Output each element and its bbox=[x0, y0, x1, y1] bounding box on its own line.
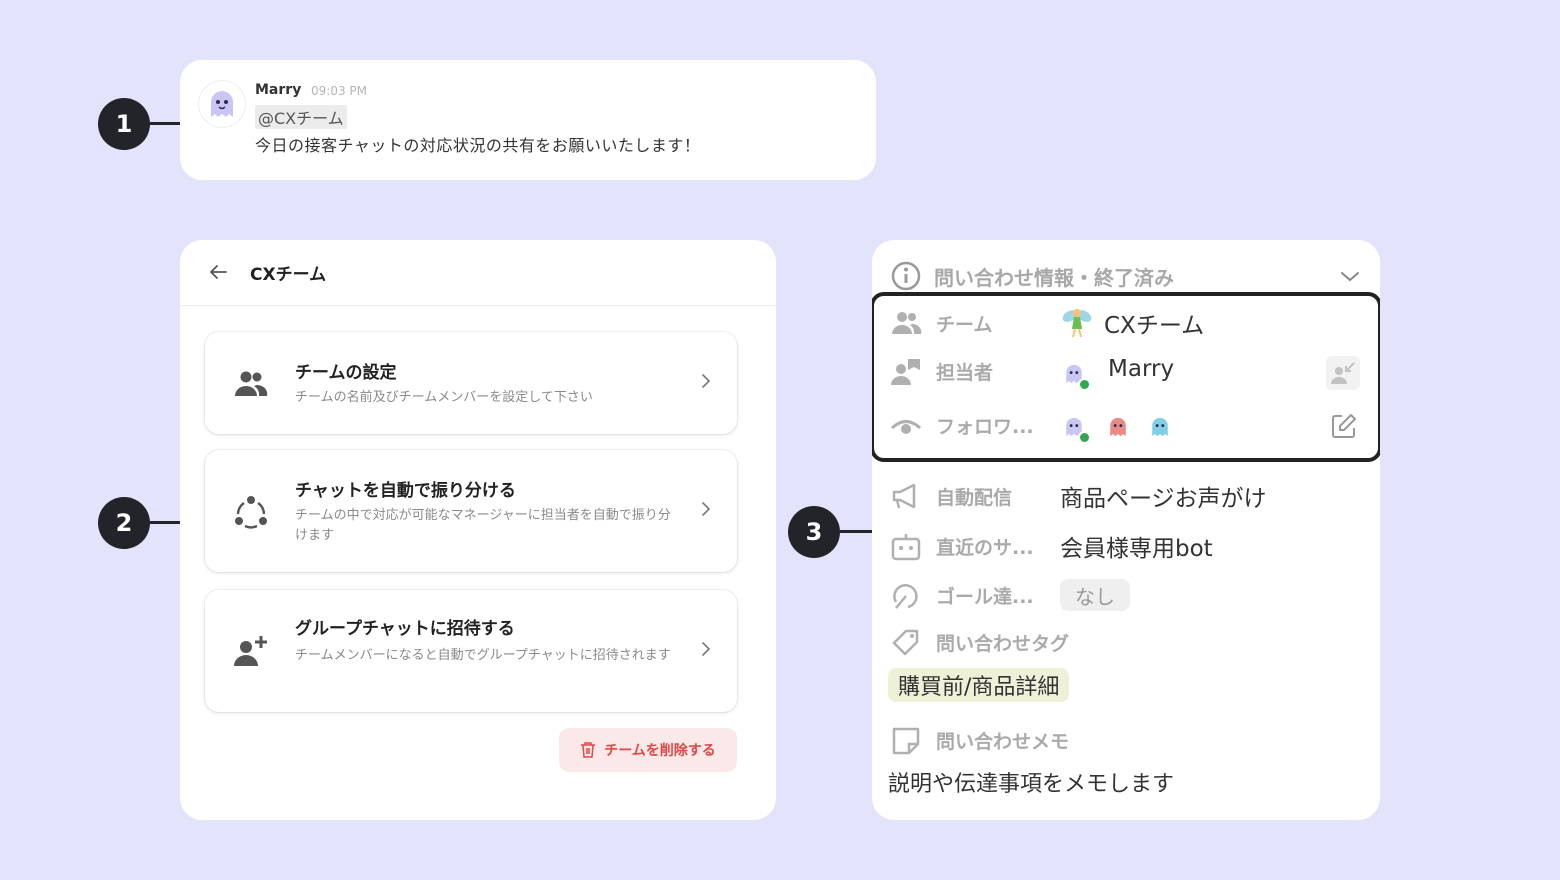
delete-team-label: チームを削除する bbox=[604, 743, 716, 759]
auto-message-value[interactable]: 商品ページお声がけ bbox=[1060, 479, 1267, 513]
chevron-right-icon bbox=[702, 502, 711, 516]
inquiry-tag-chip[interactable]: 購買前/商品詳細 bbox=[888, 668, 1070, 702]
team-panel-title: CXチーム bbox=[250, 265, 327, 285]
goal-icon bbox=[893, 584, 918, 609]
callout-3: 3 bbox=[788, 506, 840, 558]
inquiry-memo-text[interactable]: 説明や伝達事項をメモします bbox=[888, 766, 1174, 798]
recent-scenario-label: 直近のサ... bbox=[936, 537, 1034, 559]
chevron-down-icon[interactable] bbox=[1338, 264, 1362, 288]
memo-icon bbox=[892, 727, 920, 755]
delete-team-button[interactable]: チームを削除する bbox=[559, 728, 737, 772]
callout-1-leader bbox=[150, 122, 180, 125]
option-description: チームメンバーになると自動でグループチャットに招待されます bbox=[295, 648, 671, 663]
team-panel-header: CXチーム bbox=[180, 240, 776, 306]
back-arrow-icon[interactable] bbox=[206, 260, 230, 284]
option-title: チームの設定 bbox=[295, 363, 397, 383]
recent-scenario-value[interactable]: 会員様専用bot bbox=[1060, 529, 1213, 563]
inquiry-tag-label: 問い合わせタグ bbox=[936, 633, 1070, 655]
goal-label: ゴール達... bbox=[936, 586, 1034, 608]
option-title: グループチャットに招待する bbox=[295, 619, 515, 639]
avatar[interactable] bbox=[198, 80, 246, 128]
invite-group-chat-option[interactable]: グループチャットに招待する チームメンバーになると自動でグループチャットに招待さ… bbox=[205, 590, 737, 712]
team-icon bbox=[235, 371, 268, 396]
inquiry-info-header[interactable]: 問い合わせ情報・終了済み bbox=[890, 260, 1362, 291]
message-text: 今日の接客チャットの対応状況の共有をお願いいたします！ bbox=[255, 136, 701, 155]
auto-message-label: 自動配信 bbox=[936, 487, 1013, 509]
option-title: チャットを自動で振り分ける bbox=[295, 481, 516, 501]
callout-1: 1 bbox=[98, 98, 150, 150]
message-timestamp: 09:03 PM bbox=[311, 84, 367, 98]
ghost-avatar-icon bbox=[211, 91, 233, 117]
chat-message-card: Marry 09:03 PM @CXチーム 今日の接客チャットの対応状況の共有を… bbox=[180, 60, 876, 180]
add-person-icon bbox=[234, 636, 267, 666]
inquiry-memo-label: 問い合わせメモ bbox=[936, 731, 1070, 753]
message-author[interactable]: Marry bbox=[255, 82, 301, 98]
callout-2: 2 bbox=[98, 497, 150, 549]
option-description: チームの中で対応が可能なマネージャーに担当者を自動で振り分けます bbox=[295, 508, 671, 543]
megaphone-icon bbox=[892, 483, 916, 509]
team-panel: CXチーム チームの設定 チームの名前及びチームメンバーを設定して下さい チャッ… bbox=[180, 240, 776, 820]
tag-icon bbox=[892, 629, 919, 656]
highlight-box bbox=[872, 292, 1380, 462]
auto-assign-option[interactable]: チャットを自動で振り分ける チームの中で対応が可能なマネージャーに担当者を自動で… bbox=[205, 450, 737, 572]
trash-icon bbox=[581, 742, 596, 758]
inquiry-info-title: 問い合わせ情報・終了済み bbox=[934, 266, 1174, 290]
team-settings-option[interactable]: チームの設定 チームの名前及びチームメンバーを設定して下さい bbox=[205, 332, 737, 434]
bot-icon bbox=[891, 534, 921, 561]
info-icon bbox=[891, 261, 921, 291]
inquiry-info-panel: 問い合わせ情報・終了済み チーム CXチーム 担当者 Marry フォロワ...… bbox=[872, 240, 1380, 820]
option-description: チームの名前及びチームメンバーを設定して下さい bbox=[295, 390, 593, 405]
callout-3-leader bbox=[840, 530, 872, 533]
chevron-right-icon bbox=[702, 642, 711, 656]
auto-assign-icon bbox=[235, 496, 267, 529]
chevron-right-icon bbox=[702, 374, 711, 388]
message-mention[interactable]: @CXチーム bbox=[255, 105, 347, 129]
callout-2-leader bbox=[150, 521, 180, 524]
goal-value-chip: なし bbox=[1060, 579, 1130, 611]
